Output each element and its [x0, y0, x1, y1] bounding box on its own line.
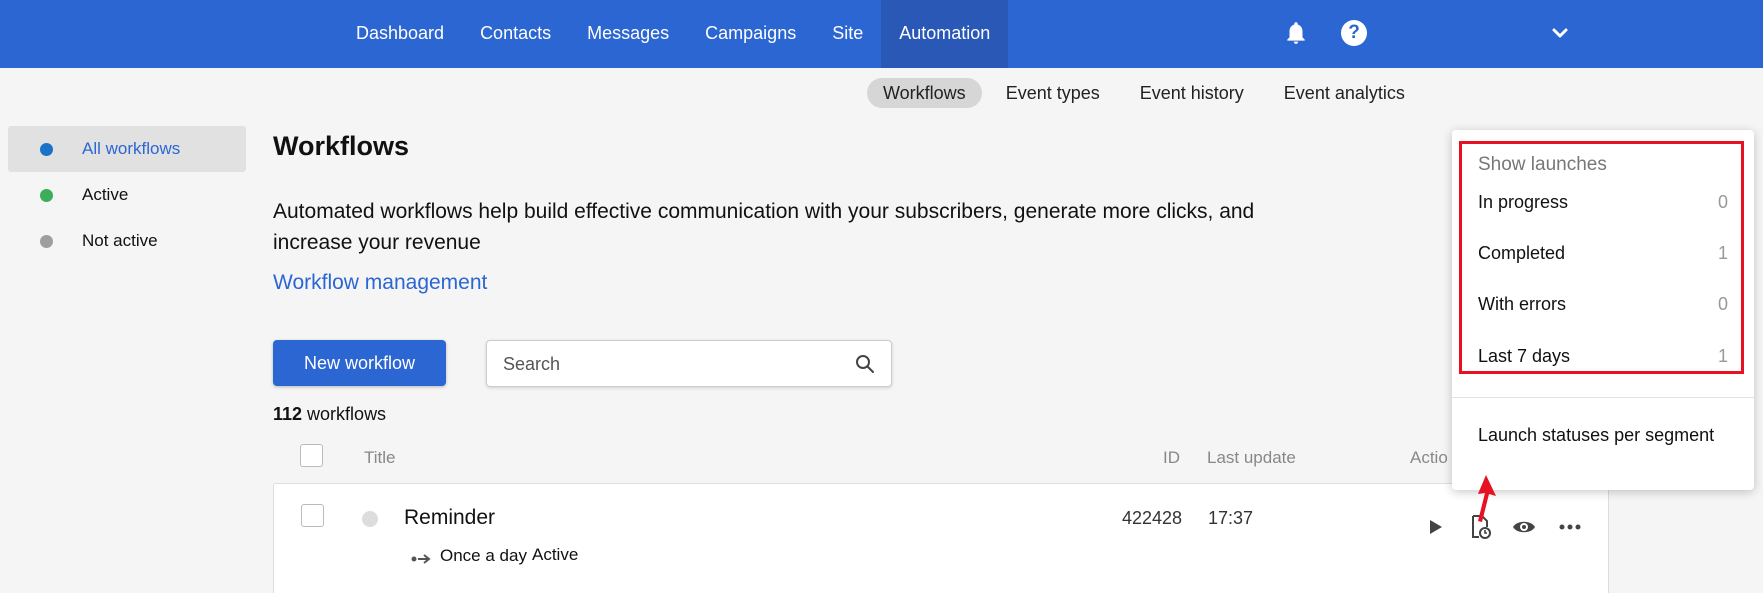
workflow-last-update: 17:37 [1208, 508, 1254, 528]
workflow-count-number: 112 [273, 404, 303, 424]
search-box [486, 340, 892, 387]
play-icon[interactable] [1422, 514, 1448, 540]
column-header-title[interactable]: Title [364, 448, 396, 468]
dropdown-item-count: 1 [1717, 243, 1728, 263]
bell-icon[interactable] [1283, 20, 1309, 46]
sidebar-item-label: All workflows [82, 139, 181, 158]
sub-nav: Workflows Event types Event history Even… [867, 78, 1421, 108]
column-header-last-update[interactable]: Last update [1207, 448, 1296, 468]
nav-contacts[interactable]: Contacts [462, 0, 569, 68]
nav-dashboard[interactable]: Dashboard [338, 0, 462, 68]
main-nav: Dashboard Contacts Messages Campaigns Si… [338, 0, 1009, 68]
page-description: Automated workflows help build effective… [273, 200, 1255, 254]
dropdown-item-last-7-days[interactable]: Last 7 days 1 [1478, 346, 1728, 372]
launches-dropdown: Show launches In progress 0 Completed 1 … [1452, 130, 1754, 490]
schedule-icon [411, 554, 431, 564]
dropdown-item-label: Last 7 days [1478, 346, 1571, 366]
tab-event-history[interactable]: Event history [1124, 78, 1260, 108]
workflow-title[interactable]: Reminder [404, 506, 495, 530]
nav-campaigns[interactable]: Campaigns [687, 0, 814, 68]
new-workflow-button[interactable]: New workflow [273, 340, 446, 386]
column-header-id[interactable]: ID [1163, 448, 1180, 468]
dropdown-item-label: With errors [1478, 294, 1567, 314]
table-row: Reminder 422428 17:37 Once a day Active [273, 483, 1609, 593]
sidebar-item-not-active[interactable]: Not active [8, 218, 246, 264]
sidebar-item-active[interactable]: Active [8, 172, 246, 218]
nav-automation[interactable]: Automation [881, 0, 1009, 68]
nav-messages[interactable]: Messages [569, 0, 687, 68]
workflow-id: 422428 [1122, 508, 1183, 528]
dropdown-divider [1452, 397, 1754, 398]
top-navigation-bar: Dashboard Contacts Messages Campaigns Si… [0, 0, 1763, 68]
workflow-status-dot [362, 511, 378, 527]
status-dot [40, 188, 53, 202]
dropdown-item-in-progress[interactable]: In progress 0 [1478, 192, 1728, 218]
dropdown-item-completed[interactable]: Completed 1 [1478, 243, 1728, 269]
workflow-count-suffix: workflows [302, 404, 387, 424]
status-dot [40, 234, 53, 248]
table-header: Title ID Last update Actio [273, 442, 1609, 472]
dropdown-item-label: In progress [1478, 192, 1569, 212]
nav-site[interactable]: Site [814, 0, 881, 68]
workflow-count: 112 workflows [273, 404, 386, 425]
more-icon[interactable] [1557, 514, 1583, 540]
page-title: Workflows [273, 131, 410, 161]
workflow-schedule: Once a day [440, 546, 527, 565]
launch-history-icon[interactable] [1467, 514, 1493, 540]
eye-icon[interactable] [1511, 514, 1537, 540]
search-icon[interactable] [855, 354, 875, 374]
tab-event-analytics[interactable]: Event analytics [1268, 78, 1421, 108]
dropdown-item-count: 0 [1717, 192, 1728, 212]
select-all-checkbox[interactable] [300, 444, 323, 467]
chevron-down-icon[interactable] [1549, 24, 1571, 44]
workflow-status: Active [532, 545, 579, 564]
workflow-management-link[interactable]: Workflow management [273, 271, 487, 295]
sidebar: All workflows Active Not active [8, 126, 246, 264]
help-icon[interactable]: ? [1341, 20, 1367, 46]
status-dot [40, 142, 53, 156]
dropdown-header: Show launches [1478, 154, 1607, 175]
tab-event-types[interactable]: Event types [990, 78, 1116, 108]
tab-workflows[interactable]: Workflows [867, 78, 982, 108]
row-checkbox[interactable] [301, 504, 324, 527]
dropdown-item-count: 1 [1717, 346, 1728, 366]
dropdown-item-label: Completed [1478, 243, 1566, 263]
dropdown-item-count: 0 [1717, 294, 1728, 314]
sidebar-item-all-workflows[interactable]: All workflows [8, 126, 246, 172]
sidebar-item-label: Active [82, 185, 129, 204]
sidebar-item-label: Not active [82, 231, 158, 250]
dropdown-item-with-errors[interactable]: With errors 0 [1478, 294, 1728, 320]
launch-statuses-per-segment-link[interactable]: Launch statuses per segment [1478, 425, 1714, 446]
search-input[interactable] [503, 354, 833, 375]
column-header-actions: Actio [1410, 448, 1448, 467]
